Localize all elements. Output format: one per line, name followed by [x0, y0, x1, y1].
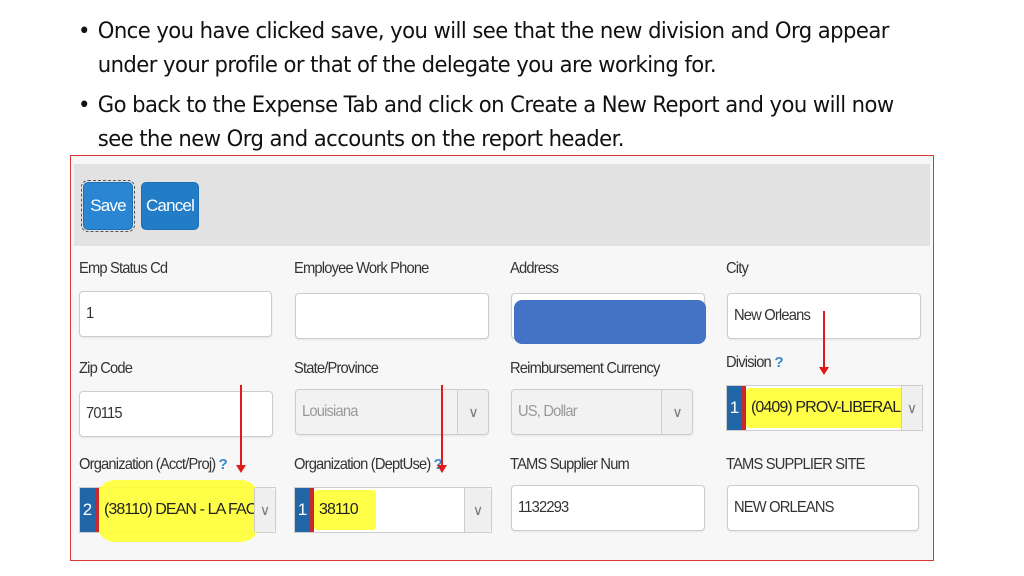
zip-code-value: 70115 — [86, 405, 123, 422]
chevron-down-icon[interactable]: ∨ — [661, 390, 692, 434]
emp-status-cd-label: Emp Status Cd — [79, 260, 168, 277]
annotation-arrow — [236, 385, 246, 473]
required-indicator — [310, 488, 314, 532]
division-level-badge: 1 — [727, 386, 742, 430]
required-indicator — [95, 488, 99, 532]
state-province-select[interactable]: Louisiana ∨ — [295, 389, 489, 435]
zip-code-label: Zip Code — [79, 360, 133, 377]
emp-status-cd-input[interactable]: 1 — [79, 291, 272, 337]
emp-status-cd-value: 1 — [86, 305, 94, 322]
tams-supplier-num-input[interactable]: 1132293 — [511, 485, 705, 531]
chevron-down-icon[interactable]: ∨ — [901, 386, 922, 430]
bullet-glyph: • — [78, 18, 90, 44]
tams-supplier-num-value: 1132293 — [518, 499, 569, 516]
bullet-text: Go back to the Expense Tab and click on … — [97, 92, 894, 152]
reimbursement-currency-value: US, Dollar — [518, 403, 578, 420]
city-value: New Orleans — [734, 307, 811, 324]
reimbursement-currency-label: Reimbursement Currency — [510, 360, 660, 377]
division-select[interactable]: 1 (0409) PROV-LIBERAL ARTS ∨ — [726, 385, 923, 431]
division-label: Division? — [726, 354, 784, 372]
slide-bullets: • Once you have clicked save, you will s… — [78, 14, 924, 162]
chevron-down-icon[interactable]: ∨ — [464, 488, 491, 532]
bullet-glyph: • — [78, 92, 90, 118]
tams-supplier-num-label: TAMS Supplier Num — [510, 456, 630, 473]
tams-supplier-site-value: NEW ORLEANS — [734, 499, 835, 516]
reimbursement-currency-select[interactable]: US, Dollar ∨ — [511, 389, 693, 435]
required-indicator — [742, 386, 746, 430]
cancel-button[interactable]: Cancel — [141, 182, 199, 230]
org-dept-use-label: Organization (DeptUse)? — [294, 456, 443, 474]
org-dept-use-label-text: Organization (DeptUse) — [294, 456, 431, 473]
bullet-item: • Go back to the Expense Tab and click o… — [78, 88, 924, 156]
annotation-arrow — [819, 311, 829, 375]
org-acct-proj-select[interactable]: 2 (38110) DEAN - LA FACULT ∨ — [79, 480, 276, 542]
tams-supplier-site-input[interactable]: NEW ORLEANS — [727, 485, 919, 531]
org-dept-use-level-badge: 1 — [295, 488, 310, 532]
employee-work-phone-label: Employee Work Phone — [294, 260, 429, 277]
org-acct-proj-level-badge: 2 — [80, 488, 95, 532]
address-label: Address — [510, 260, 559, 277]
city-label: City — [726, 260, 749, 277]
org-dept-use-value: 38110 — [319, 501, 359, 518]
help-icon[interactable]: ? — [219, 456, 228, 473]
address-input[interactable] — [511, 293, 706, 344]
state-province-value: Louisiana — [302, 403, 358, 420]
address-redaction — [514, 300, 706, 344]
bullet-text: Once you have clicked save, you will see… — [97, 18, 890, 78]
screenshot-frame: Save Cancel Emp Status Cd 1 Employee Wor… — [70, 155, 934, 561]
org-acct-proj-label-text: Organization (Acct/Proj) — [79, 456, 216, 473]
toolbar: Save Cancel — [74, 164, 930, 246]
help-icon[interactable]: ? — [774, 354, 783, 371]
state-province-label: State/Province — [294, 360, 379, 377]
org-acct-proj-value: (38110) DEAN - LA FACULT — [104, 501, 256, 518]
chevron-down-icon[interactable]: ∨ — [457, 390, 488, 434]
save-button[interactable]: Save — [81, 180, 135, 232]
employee-work-phone-input[interactable] — [295, 293, 489, 339]
chevron-down-icon[interactable]: ∨ — [254, 488, 275, 532]
org-dept-use-select[interactable]: 1 38110 ∨ — [294, 487, 492, 533]
bullet-item: • Once you have clicked save, you will s… — [78, 14, 924, 82]
tams-supplier-site-label: TAMS SUPPLIER SITE — [726, 456, 865, 473]
division-label-text: Division — [726, 354, 772, 371]
annotation-arrow — [437, 385, 447, 473]
org-acct-proj-label: Organization (Acct/Proj)? — [79, 456, 228, 474]
zip-code-input[interactable]: 70115 — [79, 391, 273, 437]
division-value: (0409) PROV-LIBERAL ARTS — [751, 399, 901, 416]
